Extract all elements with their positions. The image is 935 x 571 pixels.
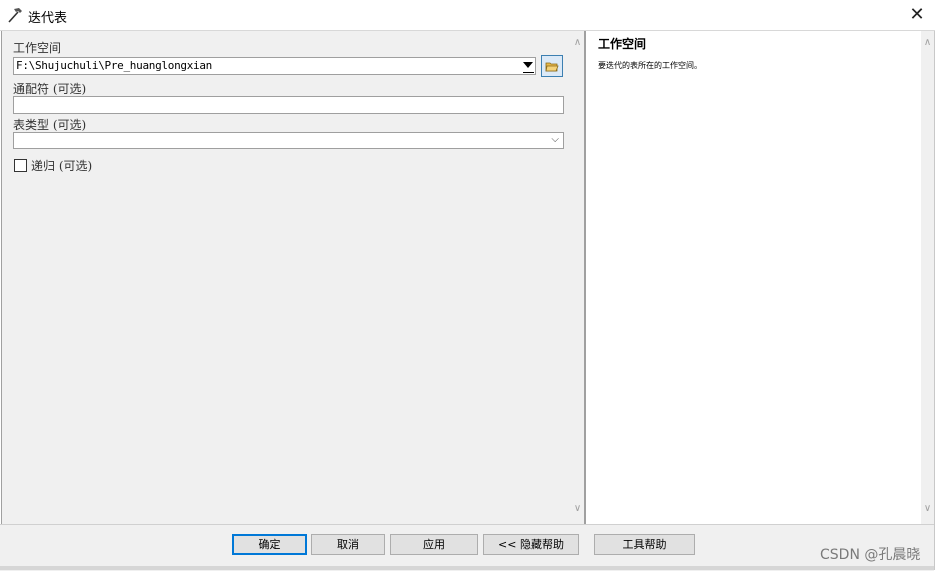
scroll-down-icon[interactable]: ∨ <box>922 503 933 514</box>
folder-open-icon <box>545 62 559 72</box>
tool-help-button[interactable]: 工具帮助 <box>594 534 695 555</box>
hammer-icon <box>8 8 22 23</box>
recursive-label: 递归 (可选) <box>31 159 93 173</box>
workspace-value: F:\Shujuchuli\Pre_huanglongxian <box>16 59 212 72</box>
close-button[interactable]: ✕ <box>905 4 929 26</box>
table-type-select[interactable]: ⌵ <box>13 132 564 149</box>
apply-button[interactable]: 应用 <box>390 534 478 555</box>
bottom-edge <box>0 566 934 570</box>
window-title: 迭代表 <box>28 11 68 26</box>
scroll-up-icon[interactable]: ∧ <box>922 37 933 48</box>
scroll-up-icon[interactable]: ∧ <box>572 37 583 48</box>
title-bar: 迭代表 ✕ <box>0 0 935 31</box>
hide-help-button[interactable]: << 隐藏帮助 <box>483 534 579 555</box>
recursive-checkbox[interactable] <box>14 159 27 172</box>
chevron-down-icon[interactable]: ⌵ <box>551 134 559 145</box>
pane-splitter[interactable] <box>584 31 586 524</box>
dropdown-underline <box>523 72 534 73</box>
watermark: CSDN @孔晨晓 <box>820 547 921 563</box>
parameters-scrollbar[interactable]: ∧ ∨ <box>571 31 584 524</box>
browse-button[interactable] <box>541 55 563 77</box>
ok-button[interactable]: 确定 <box>232 534 307 555</box>
help-scrollbar[interactable]: ∧ ∨ <box>921 31 934 524</box>
wildcard-label: 通配符 (可选) <box>13 82 87 96</box>
scroll-down-icon[interactable]: ∨ <box>572 503 583 514</box>
help-pane <box>587 31 921 524</box>
help-text: 要迭代的表所在的工作空间。 <box>598 61 702 70</box>
table-type-label: 表类型 (可选) <box>13 118 87 132</box>
dropdown-arrow-icon[interactable] <box>523 62 533 68</box>
cancel-button[interactable]: 取消 <box>311 534 385 555</box>
help-title: 工作空间 <box>598 37 647 51</box>
workspace-label: 工作空间 <box>13 41 62 55</box>
wildcard-input[interactable] <box>13 96 564 114</box>
workspace-field[interactable]: F:\Shujuchuli\Pre_huanglongxian <box>13 57 536 75</box>
